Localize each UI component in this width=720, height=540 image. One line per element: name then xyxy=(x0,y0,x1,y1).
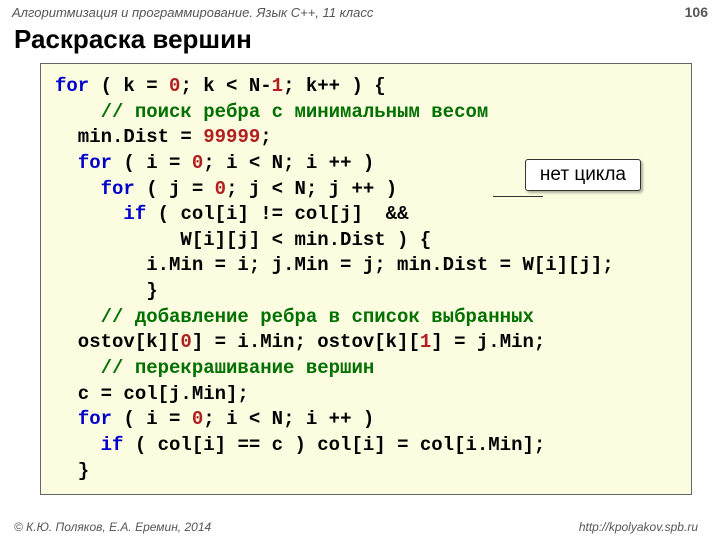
slide-title: Раскраска вершин xyxy=(14,24,708,55)
code-listing: for ( k = 0; k < N-1; k++ ) { // поиск р… xyxy=(40,63,692,495)
callout-connector xyxy=(493,196,543,197)
page-number: 106 xyxy=(685,4,708,20)
slide-footer: © К.Ю. Поляков, Е.А. Еремин, 2014 http:/… xyxy=(0,520,720,534)
copyright-text: © К.Ю. Поляков, Е.А. Еремин, 2014 xyxy=(14,520,211,534)
annotation-callout: нет цикла xyxy=(525,159,641,191)
footer-url: http://kpolyakov.spb.ru xyxy=(579,520,698,534)
slide-header: Алгоритмизация и программирование. Язык … xyxy=(0,0,720,22)
course-label: Алгоритмизация и программирование. Язык … xyxy=(12,5,373,20)
